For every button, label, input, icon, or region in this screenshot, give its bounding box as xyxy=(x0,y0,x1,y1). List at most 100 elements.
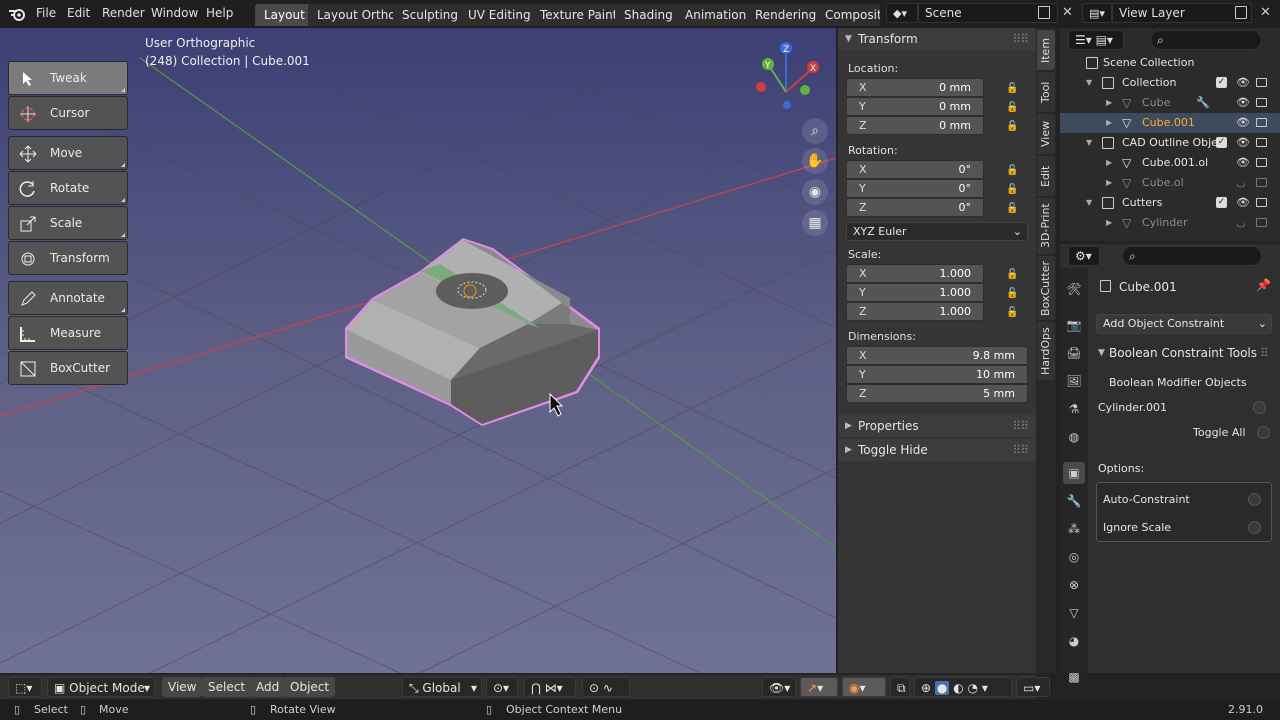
checkbox-icon[interactable]: ✓ xyxy=(1216,197,1227,208)
tool-transform[interactable]: Transform xyxy=(8,241,128,275)
rotation-z-field[interactable]: Z 0° xyxy=(846,198,984,217)
eye-icon[interactable]: 👁 xyxy=(1236,153,1250,173)
eye-icon[interactable]: 👁 xyxy=(1236,113,1250,133)
outliner-row-cube-ol[interactable]: ▶ ▽ Cube.ol ◡ xyxy=(1060,173,1280,193)
outliner-row-collection[interactable]: ▼ Collection ✓ 👁 xyxy=(1060,73,1280,93)
tool-move[interactable]: Move xyxy=(8,136,128,170)
menu-select[interactable]: Select xyxy=(202,677,252,697)
drag-grip-icon[interactable]: ⠿⠿ xyxy=(1012,439,1029,461)
tab-item[interactable]: Item xyxy=(1037,30,1055,70)
drag-grip-icon[interactable]: ⠿⠿ xyxy=(1012,415,1029,437)
pivot-dropdown[interactable]: ⊙▾ xyxy=(486,677,518,697)
eye-icon[interactable]: 👁 xyxy=(1236,93,1250,113)
pin-icon[interactable]: 📌 xyxy=(1256,278,1271,292)
tab-sculpting[interactable]: Sculpting xyxy=(393,4,468,26)
monitor-icon[interactable] xyxy=(1256,218,1267,227)
dimension-x-field[interactable]: X 9.8 mm xyxy=(846,346,1028,365)
location-y-field[interactable]: Y0 mm xyxy=(846,97,984,116)
collapsed-triangle-icon[interactable]: ▶ xyxy=(1106,113,1112,133)
visibility-dropdown[interactable]: 👁▾ xyxy=(762,677,796,697)
editor-options-dropdown[interactable]: ▭▾ xyxy=(1016,677,1050,697)
tab-hardops[interactable]: HardOps xyxy=(1037,322,1055,380)
eye-icon[interactable]: 👁 xyxy=(1236,133,1250,153)
tab-rendering[interactable]: Rendering xyxy=(746,4,826,26)
outliner-row-cutters[interactable]: ▼ Cutters ✓ 👁 xyxy=(1060,193,1280,213)
dimension-y-field[interactable]: Y 10 mm xyxy=(846,365,1028,384)
collapsed-triangle-icon[interactable]: ▶ xyxy=(1106,173,1112,193)
transform-panel-header[interactable]: ▼ Transform ⠿⠿ xyxy=(838,28,1036,50)
wireframe-shading-icon[interactable]: ⊕ xyxy=(921,681,931,695)
lock-icon[interactable]: 🔓 xyxy=(1006,203,1018,214)
monitor-icon[interactable] xyxy=(1256,118,1267,127)
lock-icon[interactable]: 🔓 xyxy=(1006,184,1018,195)
tool-settings-icon[interactable]: 🛠 xyxy=(1063,278,1085,300)
view-layer-close-icon[interactable]: ✕ xyxy=(1260,5,1271,20)
menu-add[interactable]: Add xyxy=(250,677,286,697)
tool-cursor[interactable]: Cursor xyxy=(8,96,128,130)
cylinder-001-toggle[interactable] xyxy=(1253,401,1266,414)
scale-x-field[interactable]: X 1.000 xyxy=(846,264,984,283)
checkbox-icon[interactable]: ✓ xyxy=(1216,77,1227,88)
eye-closed-icon[interactable]: ◡ xyxy=(1236,173,1246,193)
menu-view[interactable]: View xyxy=(162,677,203,697)
monitor-icon[interactable] xyxy=(1256,198,1267,207)
checkbox-icon[interactable]: ✓ xyxy=(1216,137,1227,148)
location-x-field[interactable]: X0 mm xyxy=(846,78,984,97)
monitor-icon[interactable] xyxy=(1256,158,1267,167)
outliner-row-cube[interactable]: ▶ ▽ Cube 🔧 👁 xyxy=(1060,93,1280,113)
tab-layout-ortho[interactable]: Layout Ortho xyxy=(308,4,405,26)
tab-shading[interactable]: Shading xyxy=(615,4,682,26)
rotation-y-field[interactable]: Y 0° xyxy=(846,179,984,198)
scene-browse-button[interactable]: ◆▾ xyxy=(886,3,918,23)
tab-boxcutter[interactable]: BoxCutter xyxy=(1037,256,1055,320)
physics-icon[interactable]: ◎ xyxy=(1063,546,1085,568)
outliner-display-mode[interactable]: ☰▾ ▤▾ xyxy=(1068,30,1124,50)
rendered-shading-icon[interactable]: ◔ xyxy=(968,681,978,695)
blender-logo-icon[interactable] xyxy=(8,6,26,22)
expanded-triangle-icon[interactable]: ▼ xyxy=(1086,193,1092,213)
zoom-icon[interactable]: ⌕ xyxy=(802,118,828,144)
menu-edit[interactable]: Edit xyxy=(67,6,90,20)
outliner-row-scene-collection[interactable]: Scene Collection xyxy=(1060,53,1280,73)
tool-tweak[interactable]: Tweak xyxy=(8,61,128,95)
orientation-dropdown[interactable]: ⤡ Global ▾ xyxy=(402,677,482,697)
location-z-field[interactable]: Z0 mm xyxy=(846,116,984,135)
monitor-icon[interactable] xyxy=(1256,78,1267,87)
tool-measure[interactable]: Measure xyxy=(8,316,128,350)
tab-view[interactable]: View xyxy=(1037,114,1055,154)
lock-icon[interactable]: 🔓 xyxy=(1006,165,1018,176)
tab-3d-print[interactable]: 3D-Print xyxy=(1037,198,1055,254)
menu-render[interactable]: Render xyxy=(102,6,145,20)
proportional-edit-dropdown[interactable]: ⊙ ∿ xyxy=(582,677,630,697)
texture-icon[interactable]: ▩ xyxy=(1063,666,1085,688)
collapsed-triangle-icon[interactable]: ▶ xyxy=(1106,93,1112,113)
shading-modes[interactable]: ⊕ ● ◐ ◔ ▾ xyxy=(914,677,1012,697)
tab-texture-paint[interactable]: Texture Paint xyxy=(531,4,627,26)
tab-layout[interactable]: Layout xyxy=(255,4,314,26)
rotation-x-field[interactable]: X 0° xyxy=(846,160,984,179)
drag-grip-icon[interactable]: ⠿⠿ xyxy=(1012,28,1029,50)
constraints-icon[interactable]: ⊗ xyxy=(1063,574,1085,596)
solid-shading-icon[interactable]: ● xyxy=(934,681,950,695)
outliner-row-cylinder[interactable]: ▶ ▽ Cylinder ◡ xyxy=(1060,213,1280,233)
view-layer-name-field[interactable]: View Layer xyxy=(1112,3,1252,23)
particles-icon[interactable]: ⁂ xyxy=(1063,518,1085,540)
snap-dropdown[interactable]: ⋂ ⋈▾ xyxy=(524,677,576,697)
dimension-z-field[interactable]: Z5 mm xyxy=(846,384,1028,403)
properties-search-input[interactable]: ⌕ xyxy=(1122,246,1262,266)
scene-name-field[interactable]: Scene xyxy=(918,3,1058,23)
material-shading-icon[interactable]: ◐ xyxy=(953,681,963,695)
collapsed-triangle-icon[interactable]: ▶ xyxy=(1106,153,1112,173)
lock-icon[interactable]: 🔓 xyxy=(1006,121,1018,132)
toggle-hide-panel-header[interactable]: ▶ Toggle Hide ⠿⠿ xyxy=(838,439,1036,461)
drag-grip-icon[interactable]: ⠿ xyxy=(1260,346,1269,360)
menu-object[interactable]: Object xyxy=(284,677,336,697)
outliner-search-input[interactable]: ⌕ xyxy=(1150,30,1262,50)
render-icon[interactable]: 📷 xyxy=(1063,314,1085,336)
menu-file[interactable]: File xyxy=(36,6,56,20)
expanded-triangle-icon[interactable]: ▼ xyxy=(1086,73,1092,93)
outliner-row-cube-001[interactable]: ▶ ▽ Cube.001 👁 xyxy=(1060,113,1280,133)
3d-viewport[interactable]: Z X Y User Orthographic (248) Collection… xyxy=(0,28,836,673)
editor-type-dropdown[interactable]: ⬚▾ xyxy=(8,677,42,697)
view-layer-browse-button[interactable]: ▤▾ xyxy=(1082,3,1112,23)
